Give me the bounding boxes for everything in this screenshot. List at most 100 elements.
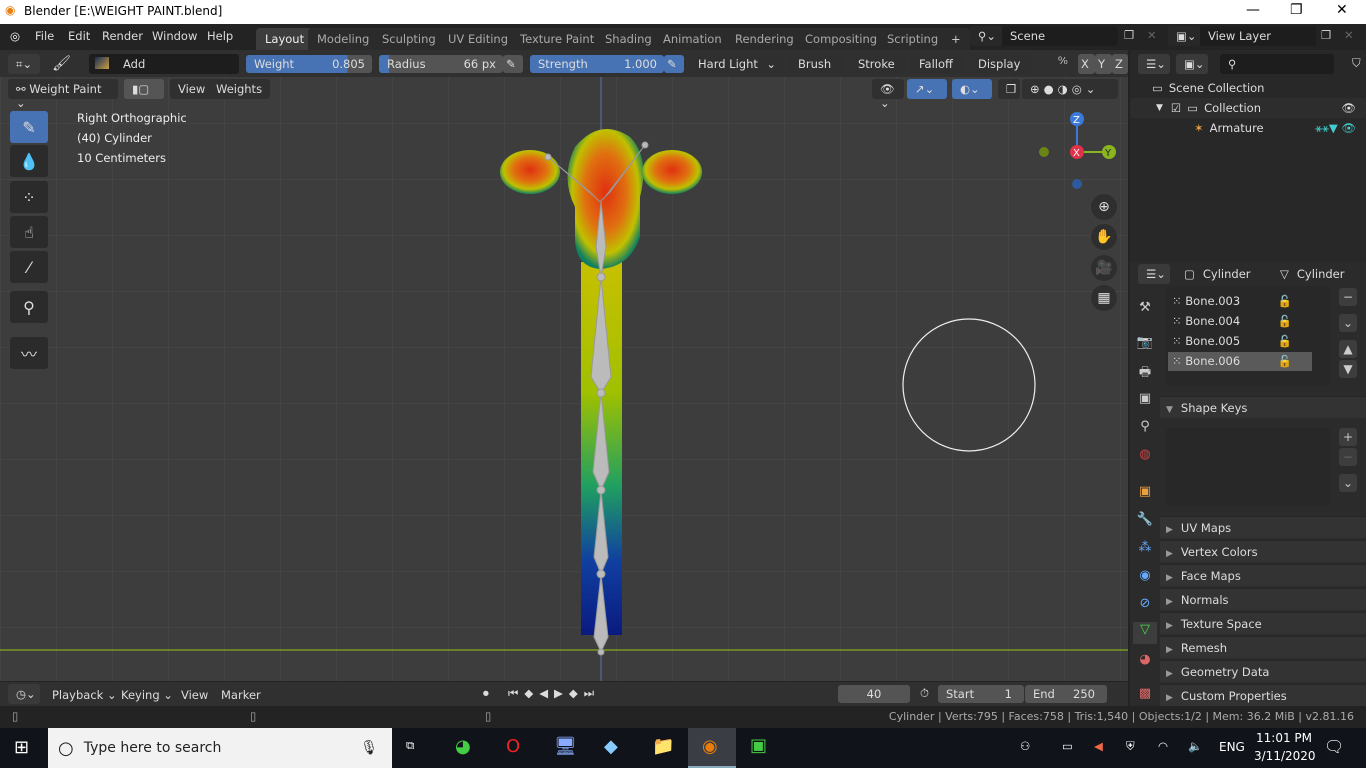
texture-tab-icon[interactable]: ▩ xyxy=(1133,686,1157,708)
panel-remesh[interactable]: ▶ Remesh xyxy=(1160,636,1366,658)
wifi-icon[interactable]: ◠ xyxy=(1158,739,1168,753)
taskbar-search-box[interactable]: ○ Type here to search 🎙 xyxy=(48,728,392,768)
keying-menu[interactable]: Keying ⌄ xyxy=(121,688,173,702)
view-menu[interactable]: View xyxy=(170,79,214,99)
display-menu[interactable]: Display ⌄ xyxy=(970,54,1032,85)
menu-window[interactable]: Window xyxy=(152,29,197,43)
panel-vertex-colors[interactable]: ▶ Vertex Colors xyxy=(1160,540,1366,562)
display-mode-icon[interactable]: ▣⌄ xyxy=(1176,54,1208,74)
language-indicator[interactable]: ENG xyxy=(1219,740,1245,754)
app-icon[interactable]: ◆ xyxy=(604,736,618,757)
annotate-tool[interactable]: 〰 xyxy=(10,337,48,369)
battery-icon[interactable]: ▭ xyxy=(1062,739,1073,753)
vertex-group-item-selected[interactable]: ⁙ Bone.006 🔓 xyxy=(1168,352,1312,371)
tab-shading[interactable]: Shading xyxy=(596,28,661,50)
move-down-button[interactable]: ▼ xyxy=(1339,360,1357,378)
panel-face-maps[interactable]: ▶ Face Maps xyxy=(1160,564,1366,586)
blur-tool[interactable]: 💧 xyxy=(10,145,48,177)
timeline-editor-type-icon[interactable]: ◷⌄ xyxy=(8,684,40,704)
add-workspace-button[interactable]: + xyxy=(942,28,970,50)
properties-editor-type-icon[interactable]: ☰⌄ xyxy=(1138,264,1170,284)
menu-edit[interactable]: Edit xyxy=(68,29,90,43)
close-button[interactable]: ✕ xyxy=(1336,2,1348,18)
overlay-toggle-icon[interactable]: ◐⌄ xyxy=(952,79,992,99)
tab-scripting[interactable]: Scripting xyxy=(878,28,948,50)
sample-weight-tool[interactable]: ⚲ xyxy=(10,291,48,323)
constraints-tab-icon[interactable]: ⊘ xyxy=(1133,596,1157,618)
context-object[interactable]: ▢ Cylinder xyxy=(1184,267,1251,281)
chrome-icon[interactable]: ◕ xyxy=(455,736,471,757)
blender-taskbar-button[interactable]: ◉ xyxy=(688,728,736,768)
volume-icon[interactable]: 🔈 xyxy=(1188,739,1202,753)
remove-vertex-group-button[interactable]: − xyxy=(1339,288,1357,306)
end-frame-field[interactable]: End 250 xyxy=(1025,685,1107,703)
people-icon[interactable]: ⚇ xyxy=(1020,739,1030,753)
vertex-group-item[interactable]: ⁙ Bone.004 🔓 xyxy=(1168,312,1312,331)
3d-viewport[interactable]: Z X Y Right Orthographic (40) Cylinder 1… xyxy=(0,77,1128,681)
notifications-icon[interactable]: 🗨 xyxy=(1324,737,1344,756)
shape-keys-list[interactable] xyxy=(1166,428,1330,506)
blend-mode-dropdown[interactable]: Hard Light ⌄ xyxy=(690,54,784,74)
delete-view-layer-icon[interactable]: ✕ xyxy=(1344,28,1354,42)
brush-blend-field[interactable]: Add xyxy=(89,54,239,74)
radius-slider[interactable]: Radius 66 px xyxy=(379,55,503,73)
blender-menu-icon[interactable]: ◎ xyxy=(10,29,20,43)
current-frame-field[interactable]: 40 xyxy=(838,685,910,703)
panel-uv-maps[interactable]: ▶ UV Maps xyxy=(1160,516,1366,538)
filter-icon[interactable]: ⛉ xyxy=(1352,56,1361,71)
clock-time[interactable]: 11:01 PM xyxy=(1256,731,1312,745)
windows-start-icon[interactable]: ⊞ xyxy=(14,737,29,758)
minimize-button[interactable]: — xyxy=(1246,2,1260,18)
context-data[interactable]: ▽ Cylinder xyxy=(1280,267,1344,281)
world-tab-icon[interactable]: ◍ xyxy=(1133,447,1157,469)
shading-mode-icons[interactable]: ⊕●◑◎⌄ xyxy=(1022,79,1118,99)
pan-button[interactable]: ✋ xyxy=(1091,224,1117,250)
scene-tab-icon[interactable]: ⚲ xyxy=(1133,419,1157,441)
stopwatch-icon[interactable]: ⏱ xyxy=(920,686,929,701)
visibility-icon[interactable]: 👁⌄ xyxy=(872,79,904,110)
mask-toggle[interactable]: ▮▢ xyxy=(124,79,164,99)
stroke-menu[interactable]: Stroke ⌄ xyxy=(850,54,906,85)
menu-help[interactable]: Help xyxy=(207,29,233,43)
new-view-layer-icon[interactable]: ❐ xyxy=(1321,28,1331,42)
start-frame-field[interactable]: Start 1 xyxy=(938,685,1024,703)
file-explorer-icon[interactable]: 📁 xyxy=(652,736,674,757)
scene-collection-row[interactable]: ▭ Scene Collection xyxy=(1152,81,1264,95)
checkbox-icon[interactable]: ☑ xyxy=(1171,101,1181,115)
draw-tool[interactable]: ✎ xyxy=(10,111,48,143)
panel-shape-keys[interactable]: ▼ Shape Keys xyxy=(1160,396,1366,418)
timeline-view-menu[interactable]: View xyxy=(181,688,208,702)
xray-toggle-icon[interactable]: ❐ xyxy=(998,79,1020,99)
object-tab-icon[interactable]: ▣ xyxy=(1133,484,1157,506)
falloff-menu[interactable]: Falloff ⌄ xyxy=(911,54,965,85)
eye-icon[interactable]: 👁 xyxy=(1341,101,1356,115)
mirror-y-toggle[interactable]: Y xyxy=(1095,54,1112,74)
move-up-button[interactable]: ▲ xyxy=(1339,340,1357,358)
tab-layout[interactable]: Layout xyxy=(256,28,314,50)
camera-view-button[interactable]: 🎥 xyxy=(1091,255,1117,281)
new-scene-icon[interactable]: ❐ xyxy=(1124,28,1134,42)
strength-pressure-icon[interactable]: ✎ xyxy=(664,55,684,73)
gradient-tool[interactable]: ⁄ xyxy=(10,251,48,283)
gizmo-toggle-icon[interactable]: ↗⌄ xyxy=(907,79,947,99)
view-layer-field[interactable]: View Layer xyxy=(1200,26,1316,46)
vertex-group-specials-button[interactable]: ⌄ xyxy=(1339,314,1357,332)
zoom-button[interactable]: ⊕ xyxy=(1091,194,1117,220)
task-view-icon[interactable]: ⧉ xyxy=(406,738,414,753)
vertex-group-item[interactable]: ⁙ Bone.003 🔓 xyxy=(1168,292,1312,311)
menu-render[interactable]: Render xyxy=(102,29,143,43)
record-button[interactable]: ⏺ xyxy=(483,686,489,701)
lock-icon[interactable]: 🔓 xyxy=(1278,354,1292,368)
strength-slider[interactable]: Strength 1.000 xyxy=(530,55,664,73)
outliner-search-input[interactable]: ⚲ xyxy=(1220,54,1334,74)
lock-icon[interactable]: 🔓 xyxy=(1278,314,1292,328)
panel-custom-properties[interactable]: ▶ Custom Properties xyxy=(1160,684,1366,706)
tab-sculpting[interactable]: Sculpting xyxy=(373,28,445,50)
mirror-z-toggle[interactable]: Z xyxy=(1112,54,1128,74)
scene-field[interactable]: Scene xyxy=(1002,26,1118,46)
lock-icon[interactable]: 🔓 xyxy=(1278,334,1292,348)
tab-rendering[interactable]: Rendering xyxy=(726,28,803,50)
tab-uv-editing[interactable]: UV Editing xyxy=(439,28,517,50)
mesh-data-tab-icon[interactable]: ▽ xyxy=(1133,622,1157,644)
ortho-toggle-button[interactable]: ▦ xyxy=(1091,285,1117,311)
